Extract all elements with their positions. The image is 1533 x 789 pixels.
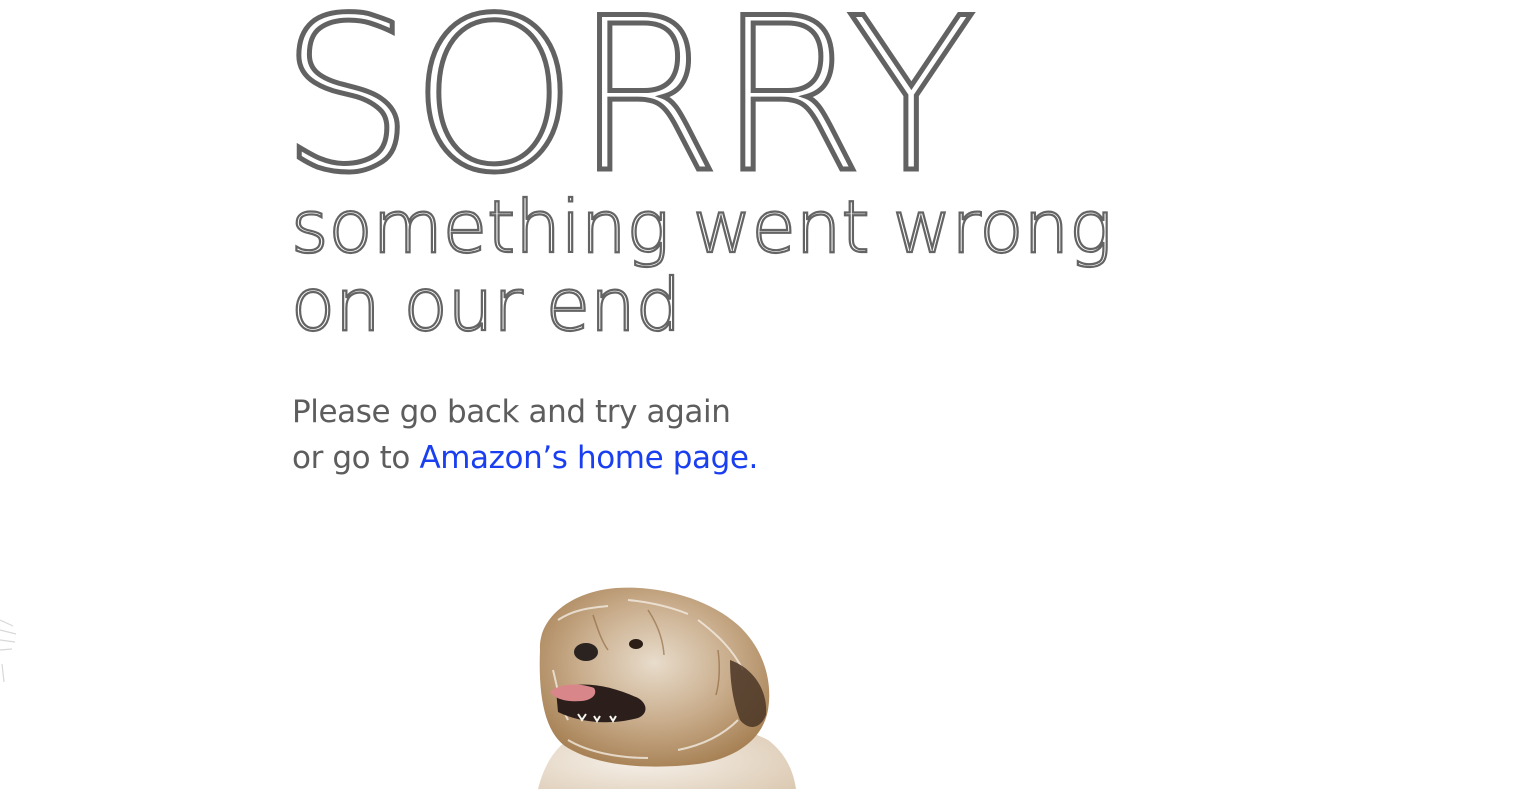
error-message-line-2: or go to Amazon’s home page. (292, 435, 758, 481)
error-subheading: something went wrong on our end (290, 185, 1114, 347)
error-subheading-line-2: on our end (290, 263, 683, 347)
home-page-link[interactable]: Amazon’s home page. (419, 440, 758, 476)
error-subheading-line-1: something went wrong (290, 185, 1114, 269)
error-message: Please go back and try again or go to Am… (292, 389, 758, 481)
error-message-prefix: or go to (292, 440, 420, 476)
error-headline: SORRY (278, 0, 979, 219)
dog-image (538, 587, 796, 789)
decorative-edge-mark (0, 619, 17, 683)
error-page: SORRY something went wrong on our end Pl… (0, 0, 1533, 789)
error-message-line-1: Please go back and try again (292, 394, 731, 430)
